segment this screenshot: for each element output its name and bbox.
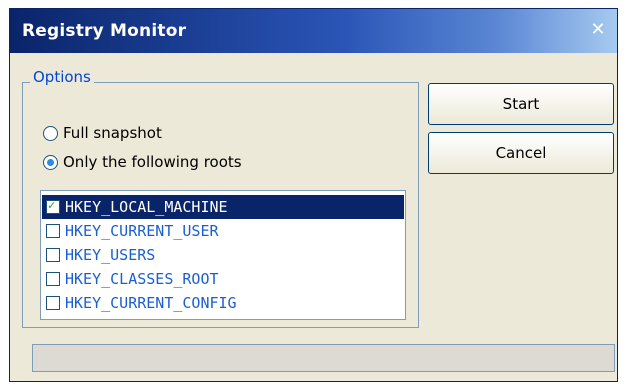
list-item-hkey-local-machine[interactable]: HKEY_LOCAL_MACHINE — [42, 195, 404, 219]
cancel-button[interactable]: Cancel — [428, 132, 614, 174]
roots-listbox[interactable]: HKEY_LOCAL_MACHINE HKEY_CURRENT_USER HKE… — [40, 190, 406, 320]
radio-only-following-roots[interactable]: Only the following roots — [43, 153, 242, 171]
radio-full-snapshot-label: Full snapshot — [63, 124, 162, 142]
options-legend: Options — [30, 68, 94, 86]
checkbox-hkey-local-machine[interactable] — [46, 198, 60, 214]
list-item-label: HKEY_CURRENT_USER — [65, 222, 219, 240]
close-icon[interactable]: ✕ — [587, 19, 609, 41]
list-item-hkey-users[interactable]: HKEY_USERS — [42, 243, 404, 267]
list-item-hkey-current-user[interactable]: HKEY_CURRENT_USER — [42, 219, 404, 243]
radio-full-snapshot[interactable]: Full snapshot — [43, 124, 162, 142]
radio-only-following-roots-indicator[interactable] — [43, 154, 58, 170]
checkbox-hkey-users[interactable] — [46, 248, 60, 262]
radio-only-following-roots-label: Only the following roots — [63, 153, 242, 171]
checkbox-hkey-current-config[interactable] — [46, 296, 60, 310]
start-button[interactable]: Start — [428, 83, 614, 125]
window-title: Registry Monitor — [22, 21, 187, 41]
list-item-label: HKEY_LOCAL_MACHINE — [65, 198, 228, 216]
list-item-label: HKEY_USERS — [65, 246, 156, 264]
list-item-hkey-classes-root[interactable]: HKEY_CLASSES_ROOT — [42, 267, 404, 291]
checkbox-hkey-current-user[interactable] — [46, 224, 60, 238]
list-item-hkey-current-config[interactable]: HKEY_CURRENT_CONFIG — [42, 291, 404, 315]
progress-bar — [32, 344, 615, 372]
checkbox-hkey-classes-root[interactable] — [46, 272, 60, 286]
list-item-label: HKEY_CLASSES_ROOT — [65, 270, 219, 288]
radio-full-snapshot-indicator[interactable] — [43, 125, 58, 141]
title-bar[interactable]: Registry Monitor ✕ — [10, 9, 617, 53]
list-item-label: HKEY_CURRENT_CONFIG — [65, 294, 237, 312]
